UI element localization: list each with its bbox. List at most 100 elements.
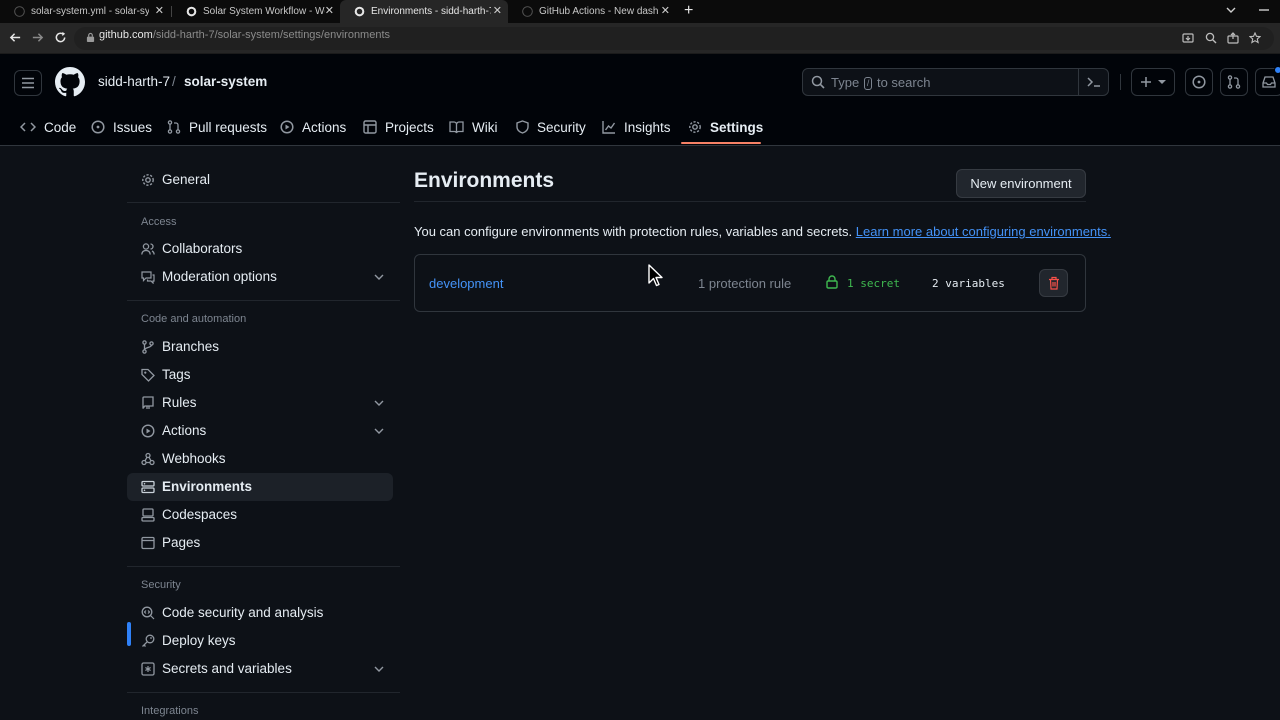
browser-tab-2[interactable]: Solar System Workflow - Workflo ✕ [172, 0, 340, 23]
plus-icon [1141, 77, 1151, 87]
url-text: github.com/sidd-harth-7/solar-system/set… [99, 29, 390, 41]
repo-tab-insights[interactable]: Insights [602, 110, 671, 144]
issues-button[interactable] [1185, 68, 1213, 96]
tab-close-icon[interactable]: ✕ [493, 5, 502, 17]
sidebar-heading-access: Access [141, 216, 177, 228]
graph-icon [602, 121, 616, 134]
minimize-icon[interactable] [1258, 4, 1270, 16]
sidebar-heading-code-automation: Code and automation [141, 313, 247, 325]
chevron-down-icon [374, 428, 384, 434]
sidebar-item-tags[interactable]: Tags [127, 361, 393, 389]
trash-icon [1048, 276, 1059, 290]
repo-tab-code[interactable]: Code [20, 110, 76, 144]
sidebar-item-moderation[interactable]: Moderation options [127, 263, 393, 291]
page-title: Environments [414, 169, 555, 192]
key-icon [142, 634, 155, 647]
mouse-cursor-icon [648, 264, 663, 287]
repo-tab-issues[interactable]: Issues [91, 110, 152, 144]
new-environment-button[interactable]: New environment [956, 169, 1086, 198]
repo-tab-pull-requests[interactable]: Pull requests [167, 110, 267, 144]
install-app-icon[interactable] [1182, 32, 1194, 44]
browser-tab-1[interactable]: solar-system.yml - solar-system ✕ [0, 0, 170, 23]
chevron-down-icon [374, 400, 384, 406]
repo-tab-settings[interactable]: Settings [688, 110, 763, 144]
chevron-down-icon[interactable] [1225, 4, 1237, 16]
sidebar-item-general[interactable]: General [127, 166, 393, 194]
gear-icon [689, 121, 701, 133]
repo-tab-wiki[interactable]: Wiki [449, 110, 498, 144]
sidebar-item-pages[interactable]: Pages [127, 529, 393, 557]
menu-button[interactable] [14, 70, 42, 96]
share-icon[interactable] [1227, 32, 1239, 44]
git-branch-icon [142, 340, 154, 354]
forward-arrow-icon[interactable] [31, 31, 44, 44]
breadcrumb-owner[interactable]: sidd-harth-7 [98, 74, 170, 89]
code-icon [20, 122, 36, 132]
sidebar-item-label: General [162, 172, 211, 187]
sidebar-item-code-security[interactable]: Code security and analysis [127, 599, 393, 627]
description-text: You can configure environments with prot… [414, 224, 853, 239]
sidebar-item-rules[interactable]: Rules [127, 389, 393, 417]
sidebar-item-label: Actions [162, 423, 207, 438]
search-prefix: Type [831, 75, 860, 90]
browser-tab-4[interactable]: GitHub Actions - New dashboard ✕ [508, 0, 676, 23]
github-favicon-icon [354, 6, 365, 17]
repo-tab-label: Actions [302, 119, 347, 135]
repo-tab-label: Wiki [472, 119, 498, 135]
breadcrumb-repo[interactable]: solar-system [184, 74, 267, 89]
delete-environment-button[interactable] [1039, 269, 1068, 297]
sidebar-item-codespaces[interactable]: Codespaces [127, 501, 393, 529]
browser-tab-strip: solar-system.yml - solar-system ✕ Solar … [0, 0, 1280, 23]
selected-tab-underline [681, 142, 761, 144]
repo-push-icon [142, 396, 154, 409]
github-favicon-icon [522, 6, 533, 17]
sidebar-divider [127, 202, 400, 203]
sidebar-heading-integrations: Integrations [141, 705, 199, 717]
settings-sidebar: General Access Collaborators Moderation … [127, 146, 400, 720]
repo-tab-security[interactable]: Security [516, 110, 586, 144]
webhook-icon [141, 452, 155, 466]
github-logo-icon[interactable] [55, 67, 85, 97]
sidebar-item-branches[interactable]: Branches [127, 333, 393, 361]
repo-tab-label: Security [537, 119, 586, 135]
terminal-icon [1086, 77, 1100, 87]
bookmark-star-icon[interactable] [1249, 32, 1261, 44]
new-tab-button[interactable]: + [684, 3, 693, 19]
create-new-button[interactable] [1131, 68, 1175, 96]
repo-tab-projects[interactable]: Projects [363, 110, 434, 144]
issue-opened-icon [1192, 75, 1206, 89]
tag-icon [141, 368, 155, 382]
back-arrow-icon[interactable] [9, 31, 22, 44]
github-favicon-icon [14, 6, 25, 17]
sidebar-item-deploy-keys[interactable]: Deploy keys [127, 627, 393, 655]
pull-requests-button[interactable] [1220, 68, 1248, 96]
sidebar-item-label: Secrets and variables [162, 661, 292, 676]
tab-close-icon[interactable]: ✕ [661, 5, 670, 17]
shield-icon [516, 120, 529, 134]
tab-close-icon[interactable]: ✕ [155, 5, 164, 17]
environment-name-link[interactable]: development [429, 276, 503, 291]
repo-tab-label: Insights [624, 119, 671, 135]
pull-request-icon [1227, 75, 1241, 89]
github-favicon-icon [186, 6, 197, 17]
sidebar-item-actions[interactable]: Actions [127, 417, 393, 445]
sidebar-item-webhooks[interactable]: Webhooks [127, 445, 393, 473]
sidebar-item-environments[interactable]: Environments [127, 473, 393, 501]
reload-icon[interactable] [54, 31, 67, 44]
site-info-icon[interactable] [86, 32, 95, 43]
search-input[interactable]: Type / to search [802, 68, 1109, 96]
sidebar-item-label: Pages [162, 535, 201, 550]
browser-tab-3-active[interactable]: Environments - sidd-harth-7/sola ✕ [340, 0, 508, 23]
tab-title: Solar System Workflow - Workflo [203, 6, 325, 17]
sidebar-item-collaborators[interactable]: Collaborators [127, 235, 393, 263]
repo-tab-actions[interactable]: Actions [280, 110, 346, 144]
sidebar-item-label: Webhooks [162, 451, 226, 466]
learn-more-link[interactable]: Learn more about configuring environment… [856, 224, 1111, 239]
zoom-icon[interactable] [1205, 32, 1217, 44]
sidebar-item-secrets-variables[interactable]: Secrets and variables [127, 655, 393, 683]
sidebar-item-label: Code security and analysis [162, 605, 324, 620]
tab-close-icon[interactable]: ✕ [325, 5, 334, 17]
environment-variables-count: 2 variables [932, 277, 1005, 290]
command-palette-button[interactable] [1078, 69, 1108, 95]
play-icon [141, 424, 155, 438]
